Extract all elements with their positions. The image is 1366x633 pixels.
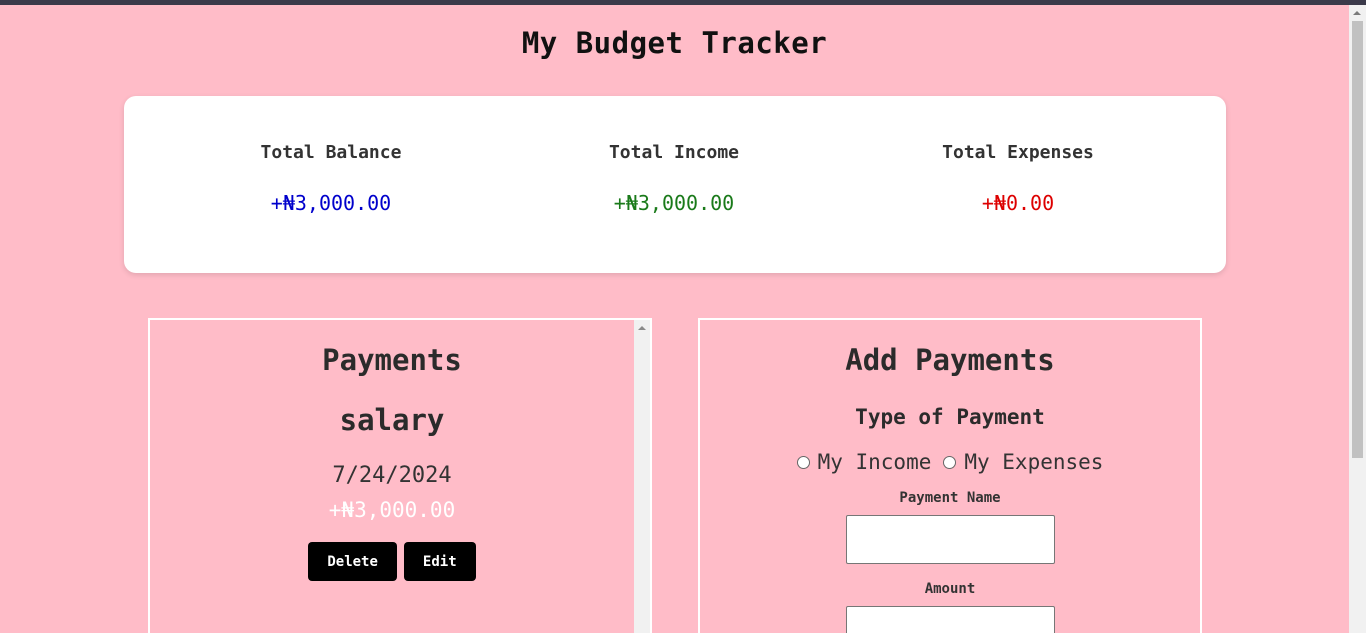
total-expenses-label: Total Expenses (942, 142, 1094, 163)
list-item: salary 7/24/2024 +₦3,000.00 Delete Edit (150, 402, 634, 581)
page-scrollbar[interactable] (1349, 5, 1366, 633)
edit-button[interactable]: Edit (403, 542, 476, 581)
total-income-label: Total Income (608, 142, 740, 163)
payments-title: Payments (322, 343, 462, 377)
income-radio[interactable] (796, 455, 810, 469)
payment-name-input[interactable] (845, 515, 1055, 564)
scrollbar-thumb[interactable] (1352, 21, 1363, 458)
add-payments-title: Add Payments (845, 343, 1055, 377)
add-payments-panel: Add Payments Type of Payment My Income M… (698, 318, 1202, 633)
total-expenses-section: Total Expenses +₦0.00 (868, 142, 1168, 215)
payment-name: salary (339, 403, 445, 437)
payment-type-group: My Income My Expenses (700, 448, 1200, 476)
page-title: My Budget Tracker (521, 26, 828, 60)
income-radio-label: My Income (817, 450, 932, 474)
payment-actions: Delete Edit (150, 542, 634, 581)
income-radio-option[interactable]: My Income (796, 448, 932, 476)
amount-label: Amount (924, 581, 976, 597)
total-income-section: Total Income +₦3,000.00 (524, 142, 824, 215)
total-expenses-value: +₦0.00 (981, 191, 1055, 215)
payment-name-label: Payment Name (899, 490, 1001, 506)
window-top-bar (0, 0, 1366, 5)
expenses-radio-label: My Expenses (964, 450, 1104, 474)
payments-panel: Payments salary 7/24/2024 +₦3,000.00 Del… (148, 318, 652, 633)
total-balance-section: Total Balance +₦3,000.00 (181, 142, 481, 215)
payments-scrollbar[interactable] (634, 320, 650, 633)
total-income-value: +₦3,000.00 (613, 191, 735, 215)
summary-card: Total Balance +₦3,000.00 Total Income +₦… (124, 96, 1226, 273)
scroll-up-arrow-icon[interactable] (1353, 11, 1361, 15)
amount-input[interactable] (845, 606, 1055, 633)
payment-date: 7/24/2024 (332, 463, 452, 488)
payments-list: Payments salary 7/24/2024 +₦3,000.00 Del… (150, 320, 634, 633)
payment-type-label: Type of Payment (855, 405, 1045, 429)
expenses-radio-option[interactable]: My Expenses (943, 448, 1103, 476)
delete-button[interactable]: Delete (308, 542, 397, 581)
total-balance-label: Total Balance (260, 142, 402, 163)
total-balance-value: +₦3,000.00 (270, 191, 392, 215)
payment-amount: +₦3,000.00 (328, 498, 456, 522)
scroll-up-arrow-icon[interactable] (638, 326, 646, 330)
expenses-radio[interactable] (943, 455, 957, 469)
